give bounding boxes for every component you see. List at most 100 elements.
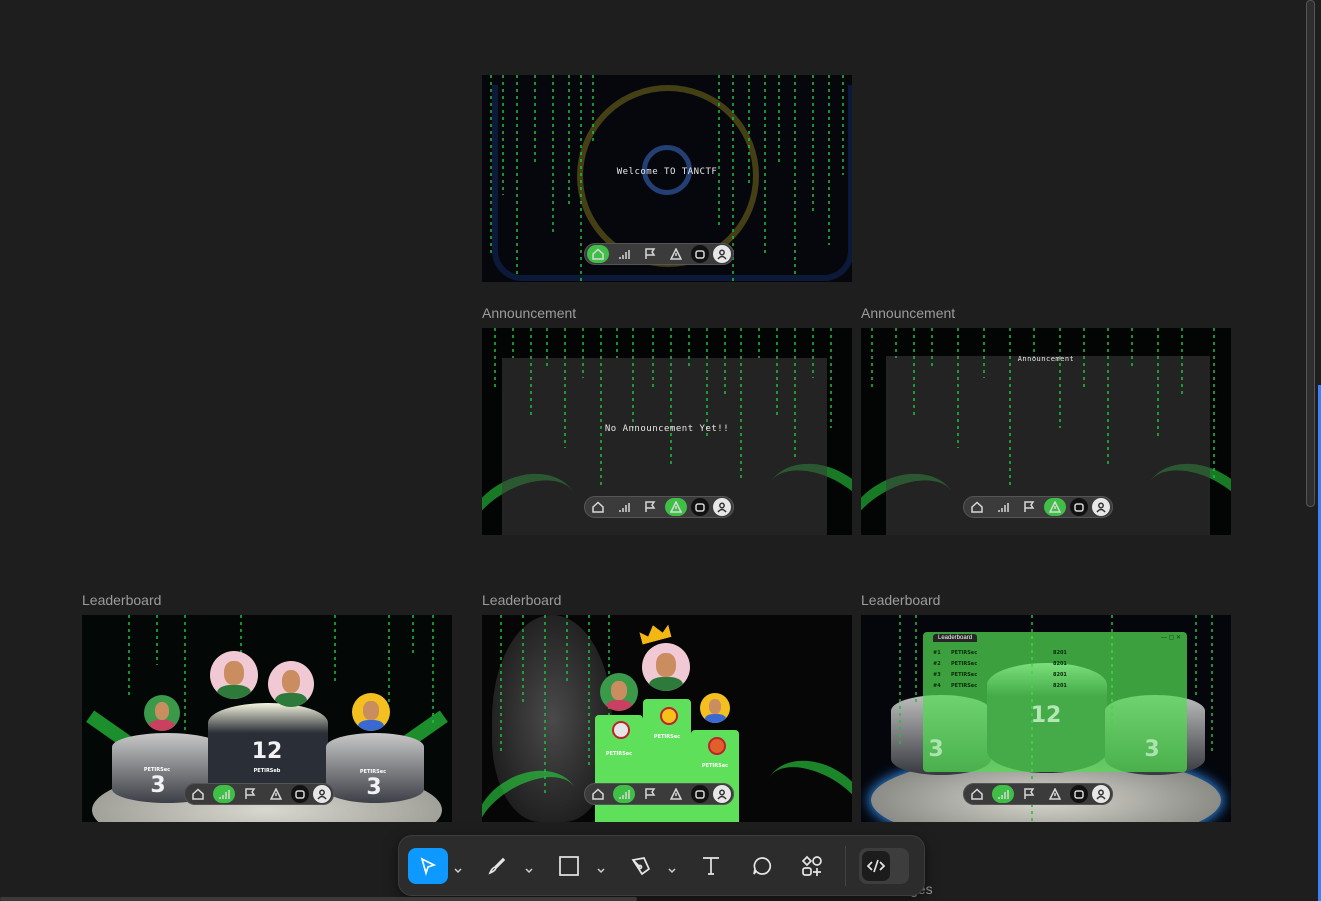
- avatar-left: [600, 673, 638, 711]
- welcome-text: Welcome TO TANCTF: [616, 167, 718, 177]
- nav-chart-icon[interactable]: [992, 498, 1014, 516]
- nav-bot-icon[interactable]: [1070, 498, 1088, 516]
- table-row: #2: [933, 661, 941, 667]
- first-name: PETIRSeb: [253, 768, 281, 774]
- pen-tool-button[interactable]: [479, 848, 515, 884]
- vector-tool-chevron-icon[interactable]: [668, 862, 676, 874]
- nav-warning-icon[interactable]: [1044, 498, 1066, 516]
- avatar-right: [700, 693, 730, 723]
- move-tool-button[interactable]: [408, 848, 448, 884]
- rectangle-tool-button[interactable]: [551, 848, 587, 884]
- toolbar-divider: [845, 846, 846, 886]
- nav-profile-icon[interactable]: [713, 498, 731, 516]
- nav-chart-icon[interactable]: [613, 498, 635, 516]
- nav-chart-icon[interactable]: [613, 785, 635, 803]
- nav-profile-icon[interactable]: [1092, 498, 1110, 516]
- dev-mode-knob: [862, 851, 890, 881]
- table-row: 8201: [1053, 650, 1067, 656]
- table-row: 8201: [1053, 672, 1067, 678]
- nav-warning-icon[interactable]: [1044, 785, 1066, 803]
- announcement-list-frame[interactable]: Announcement: [861, 328, 1231, 535]
- name-center: PETIRSec: [653, 734, 681, 740]
- brush-icon: [488, 857, 506, 875]
- nav-chart-icon[interactable]: [613, 245, 635, 263]
- frame-label-announcement-empty: Announcement: [482, 305, 577, 321]
- table-row: #1: [933, 650, 941, 656]
- medal-gold-icon: [660, 707, 678, 725]
- nav-profile-icon[interactable]: [1092, 785, 1110, 803]
- nav-home-icon[interactable]: [966, 785, 988, 803]
- nav-warning-icon[interactable]: [665, 785, 687, 803]
- first-score: 12: [251, 739, 283, 764]
- nav-home-icon[interactable]: [966, 498, 988, 516]
- frame-label-announcement-list: Announcement: [861, 305, 956, 321]
- bottom-nav: [584, 783, 734, 805]
- table-row: #3: [933, 672, 941, 678]
- comment-icon: [753, 857, 772, 875]
- nav-flag-icon[interactable]: [639, 245, 661, 263]
- announcement-empty-frame[interactable]: No Announcement Yet!!: [482, 328, 852, 535]
- nav-flag-icon[interactable]: [639, 498, 661, 516]
- nav-chart-icon[interactable]: [213, 785, 235, 803]
- nav-home-icon[interactable]: [587, 245, 609, 263]
- frame-label-leaderboard-1: Leaderboard: [82, 592, 162, 608]
- leaderboard-2-frame[interactable]: PETIRSec PETIRSec PETIRSec: [482, 615, 852, 822]
- vector-tool-button[interactable]: [623, 848, 659, 884]
- nav-flag-icon[interactable]: [1018, 498, 1040, 516]
- bottom-nav: [584, 243, 734, 265]
- nav-bot-icon[interactable]: [691, 785, 709, 803]
- move-tool-chevron-icon[interactable]: [454, 862, 462, 874]
- rectangle-tool-chevron-icon[interactable]: [597, 862, 605, 874]
- dev-mode-toggle[interactable]: [859, 848, 909, 884]
- table-row: PETIRSec: [951, 650, 978, 656]
- nav-home-icon[interactable]: [587, 785, 609, 803]
- frame-label-leaderboard-3: Leaderboard: [861, 592, 941, 608]
- medal-bronze-icon: [708, 737, 726, 755]
- horizontal-scrollbar[interactable]: [0, 897, 637, 901]
- nav-chart-icon[interactable]: [992, 785, 1014, 803]
- code-icon: [867, 859, 885, 873]
- bottom-nav: [963, 783, 1113, 805]
- table-row: PETIRSec: [951, 672, 978, 678]
- table-row: PETIRSec: [951, 683, 978, 689]
- shapes-plus-icon: [801, 855, 822, 876]
- pen-tool-chevron-icon[interactable]: [525, 862, 533, 874]
- avatar-second: [144, 695, 180, 731]
- text-tool-button[interactable]: [693, 848, 729, 884]
- nav-flag-icon[interactable]: [239, 785, 261, 803]
- nav-home-icon[interactable]: [587, 498, 609, 516]
- name-left: PETIRSec: [605, 751, 633, 757]
- third-score: 3: [366, 775, 382, 800]
- second-score: 3: [150, 773, 166, 798]
- nav-profile-icon[interactable]: [713, 245, 731, 263]
- rectangle-icon: [559, 856, 579, 876]
- home-frame[interactable]: Welcome TO TANCTF: [482, 75, 852, 282]
- no-announcement-text: No Announcement Yet!!: [604, 424, 730, 434]
- nav-warning-icon[interactable]: [665, 245, 687, 263]
- components-tool-button[interactable]: [794, 848, 830, 884]
- table-row: 8201: [1053, 661, 1067, 667]
- leaderboard-1-frame[interactable]: 12 PETIRSeb PETIRSec 3 PETIRSec 3: [82, 615, 452, 822]
- nav-home-icon[interactable]: [187, 785, 209, 803]
- nav-warning-icon[interactable]: [265, 785, 287, 803]
- avatar-first-a: [210, 651, 258, 699]
- window-controls[interactable]: — ▢ ✕: [1161, 634, 1181, 641]
- bottom-nav: [963, 496, 1113, 518]
- table-row: 8201: [1053, 683, 1067, 689]
- nav-profile-icon[interactable]: [313, 785, 331, 803]
- nav-bot-icon[interactable]: [691, 245, 709, 263]
- nav-bot-icon[interactable]: [1070, 785, 1088, 803]
- nav-flag-icon[interactable]: [1018, 785, 1040, 803]
- comment-tool-button[interactable]: [744, 848, 780, 884]
- nav-profile-icon[interactable]: [713, 785, 731, 803]
- nav-bot-icon[interactable]: [691, 498, 709, 516]
- nav-warning-icon[interactable]: [665, 498, 687, 516]
- vertical-scrollbar[interactable]: [1306, 0, 1315, 507]
- bottom-nav: [584, 496, 734, 518]
- nav-flag-icon[interactable]: [639, 785, 661, 803]
- leaderboard-window-tab[interactable]: Leaderboard: [933, 634, 978, 642]
- score-left: 3: [928, 737, 944, 762]
- nav-bot-icon[interactable]: [291, 785, 309, 803]
- announcement-title: Announcement: [1017, 355, 1075, 363]
- leaderboard-3-frame[interactable]: Leaderboard — ▢ ✕ #1 PETIRSec 8201 #2 PE…: [861, 615, 1231, 822]
